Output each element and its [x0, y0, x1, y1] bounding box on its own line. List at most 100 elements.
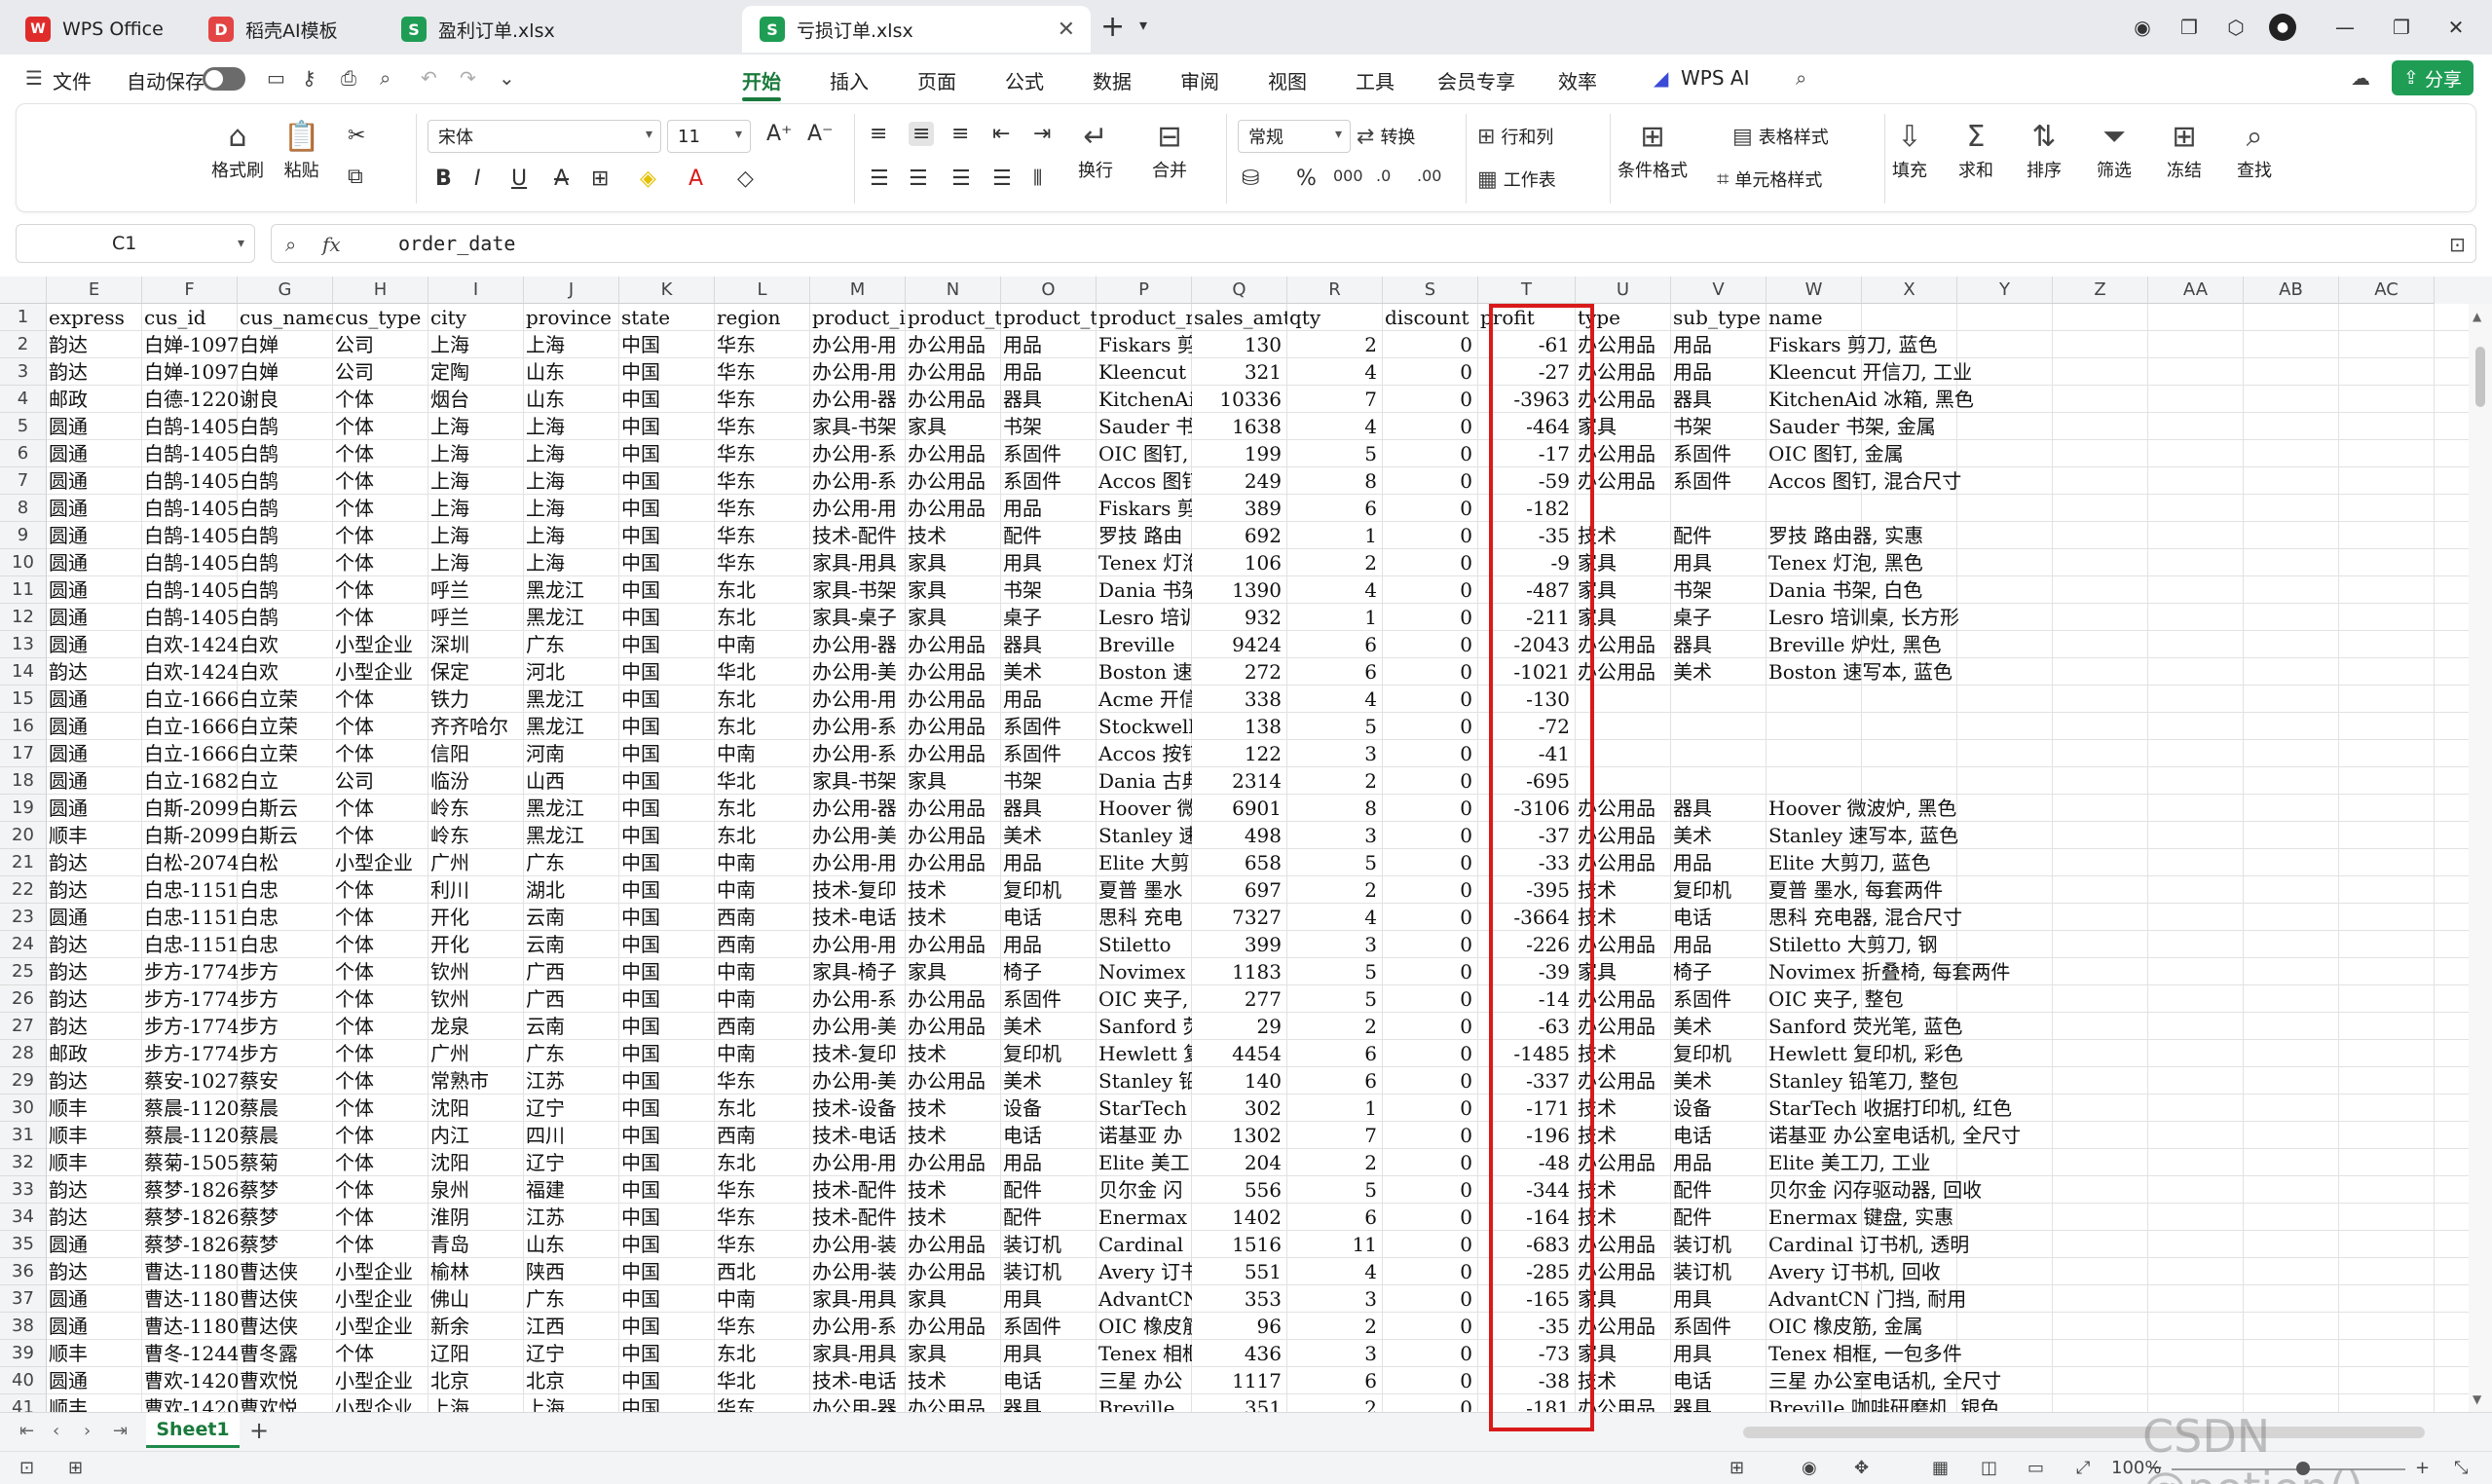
menu-home[interactable]: 开始	[742, 66, 781, 94]
cell[interactable]: 中国	[619, 822, 715, 849]
align-top-icon[interactable]: ≡	[870, 122, 887, 146]
cell[interactable]: 0	[1383, 1149, 1478, 1176]
cell[interactable]: 山东	[524, 1231, 619, 1258]
row-header[interactable]: 23	[0, 904, 47, 931]
cell[interactable]: 开化	[428, 904, 524, 931]
cell[interactable]: 曹欢悦	[238, 1394, 333, 1412]
scroll-up-icon[interactable]: ▲	[2473, 310, 2481, 323]
cell[interactable]: 韵达	[47, 1258, 142, 1285]
cell[interactable]: 0	[1383, 1176, 1478, 1204]
cell[interactable]: 器具	[1001, 1394, 1097, 1412]
print-icon[interactable]: ⎙	[341, 66, 356, 90]
cell[interactable]: 692	[1192, 522, 1287, 549]
cell[interactable]: -14	[1478, 985, 1576, 1013]
cell[interactable]: 配件	[1671, 1204, 1767, 1231]
menu-data[interactable]: 数据	[1093, 66, 1132, 94]
cell[interactable]: 办公用-系	[810, 1313, 906, 1340]
cell[interactable]: -182	[1478, 495, 1576, 522]
cell[interactable]: 上海	[524, 440, 619, 467]
cell[interactable]: 白立-1682	[142, 767, 238, 795]
row-header[interactable]: 41	[0, 1394, 47, 1412]
cell[interactable]: 办公用-美	[810, 1067, 906, 1094]
cell[interactable]: 办公用品	[906, 1149, 1001, 1176]
cell[interactable]: 书架	[1001, 767, 1097, 795]
cell[interactable]: 办公用品	[906, 1394, 1001, 1412]
cell[interactable]: 中国	[619, 1313, 715, 1340]
cell[interactable]: 0	[1383, 522, 1478, 549]
cell[interactable]: 10336	[1192, 386, 1287, 413]
row-header[interactable]: 16	[0, 713, 47, 740]
cell[interactable]: 上海	[524, 413, 619, 440]
cell[interactable]: 邮政	[47, 386, 142, 413]
cell[interactable]: 家具	[1576, 1340, 1671, 1367]
cell[interactable]: Fiskars 剪	[1097, 331, 1192, 358]
cell[interactable]: -165	[1478, 1285, 1576, 1313]
expand-formula-icon[interactable]: ⊡	[2449, 233, 2466, 256]
cell[interactable]: Hewlett 复	[1097, 1040, 1192, 1067]
fill-color-icon[interactable]: ◈	[640, 167, 656, 191]
cell[interactable]: 个体	[333, 440, 428, 467]
cell[interactable]: 白鹄-1405	[142, 440, 238, 467]
cell[interactable]: 韵达	[47, 1176, 142, 1204]
cell[interactable]: 办公用品	[906, 495, 1001, 522]
cell[interactable]: -17	[1478, 440, 1576, 467]
row-header[interactable]: 33	[0, 1176, 47, 1204]
font-color-icon[interactable]: A	[688, 167, 703, 191]
font-name-select[interactable]: 宋体 ▾	[428, 120, 661, 153]
cell[interactable]: 个体	[333, 576, 428, 604]
cell[interactable]	[1767, 767, 1862, 795]
cell[interactable]: -337	[1478, 1067, 1576, 1094]
cell[interactable]: 白斯云	[238, 795, 333, 822]
cell[interactable]: 华东	[715, 467, 810, 495]
column-header[interactable]: K	[619, 277, 715, 304]
header-cell[interactable]: sub_type	[1671, 304, 1767, 331]
cell[interactable]: 0	[1383, 440, 1478, 467]
cell[interactable]: 韵达	[47, 958, 142, 985]
cell[interactable]: 东北	[715, 795, 810, 822]
cell[interactable]: 北京	[428, 1367, 524, 1394]
cell[interactable]: -61	[1478, 331, 1576, 358]
cell[interactable]: 东北	[715, 1094, 810, 1122]
cell[interactable]: 用品	[1001, 931, 1097, 958]
cell[interactable]: 韵达	[47, 658, 142, 686]
cell[interactable]: 钦州	[428, 985, 524, 1013]
row-header[interactable]: 38	[0, 1313, 47, 1340]
cell[interactable]: 0	[1383, 358, 1478, 386]
cell[interactable]: 白斯-2099	[142, 795, 238, 822]
cell[interactable]: 东北	[715, 576, 810, 604]
cell[interactable]: -695	[1478, 767, 1576, 795]
cell[interactable]: 上海	[428, 331, 524, 358]
cell[interactable]: 华北	[715, 767, 810, 795]
cell[interactable]: -48	[1478, 1149, 1576, 1176]
cell[interactable]: 技术	[906, 876, 1001, 904]
cell[interactable]: 曹达-1180	[142, 1258, 238, 1285]
cell[interactable]: Sauder 书架, 金属	[1767, 413, 1936, 440]
cell[interactable]: 白立-1666	[142, 686, 238, 713]
column-header[interactable]: L	[715, 277, 810, 304]
cell[interactable]: Tenex 灯泡, 黑色	[1767, 549, 1923, 576]
cell[interactable]: 顺丰	[47, 1340, 142, 1367]
cell[interactable]: StarTech	[1097, 1094, 1192, 1122]
cell[interactable]: 白立-1666	[142, 740, 238, 767]
cell[interactable]: 办公用品	[1576, 1013, 1671, 1040]
cell[interactable]: Enermax 键盘, 实惠	[1767, 1204, 1953, 1231]
cell[interactable]: 技术	[1576, 522, 1671, 549]
cell[interactable]: 圆通	[47, 1285, 142, 1313]
clear-format-icon[interactable]: ◇	[737, 167, 754, 191]
cell[interactable]: 0	[1383, 1094, 1478, 1122]
cell[interactable]: 系固件	[1001, 985, 1097, 1013]
cell[interactable]: -35	[1478, 522, 1576, 549]
cell[interactable]: 中国	[619, 1340, 715, 1367]
cell[interactable]: 249	[1192, 467, 1287, 495]
cell[interactable]: 白婵	[238, 331, 333, 358]
header-cell[interactable]: express	[47, 304, 142, 331]
cell[interactable]: Acme 开信	[1097, 686, 1192, 713]
cell[interactable]: 中南	[715, 1040, 810, 1067]
close-icon[interactable]: ✕	[1058, 18, 1075, 42]
cell[interactable]: 圆通	[47, 413, 142, 440]
wrap-button[interactable]: ↵ 换行	[1078, 118, 1113, 182]
cell[interactable]: 家具	[906, 576, 1001, 604]
cell[interactable]: 0	[1383, 1285, 1478, 1313]
cell[interactable]: 138	[1192, 713, 1287, 740]
cell[interactable]: 圆通	[47, 904, 142, 931]
